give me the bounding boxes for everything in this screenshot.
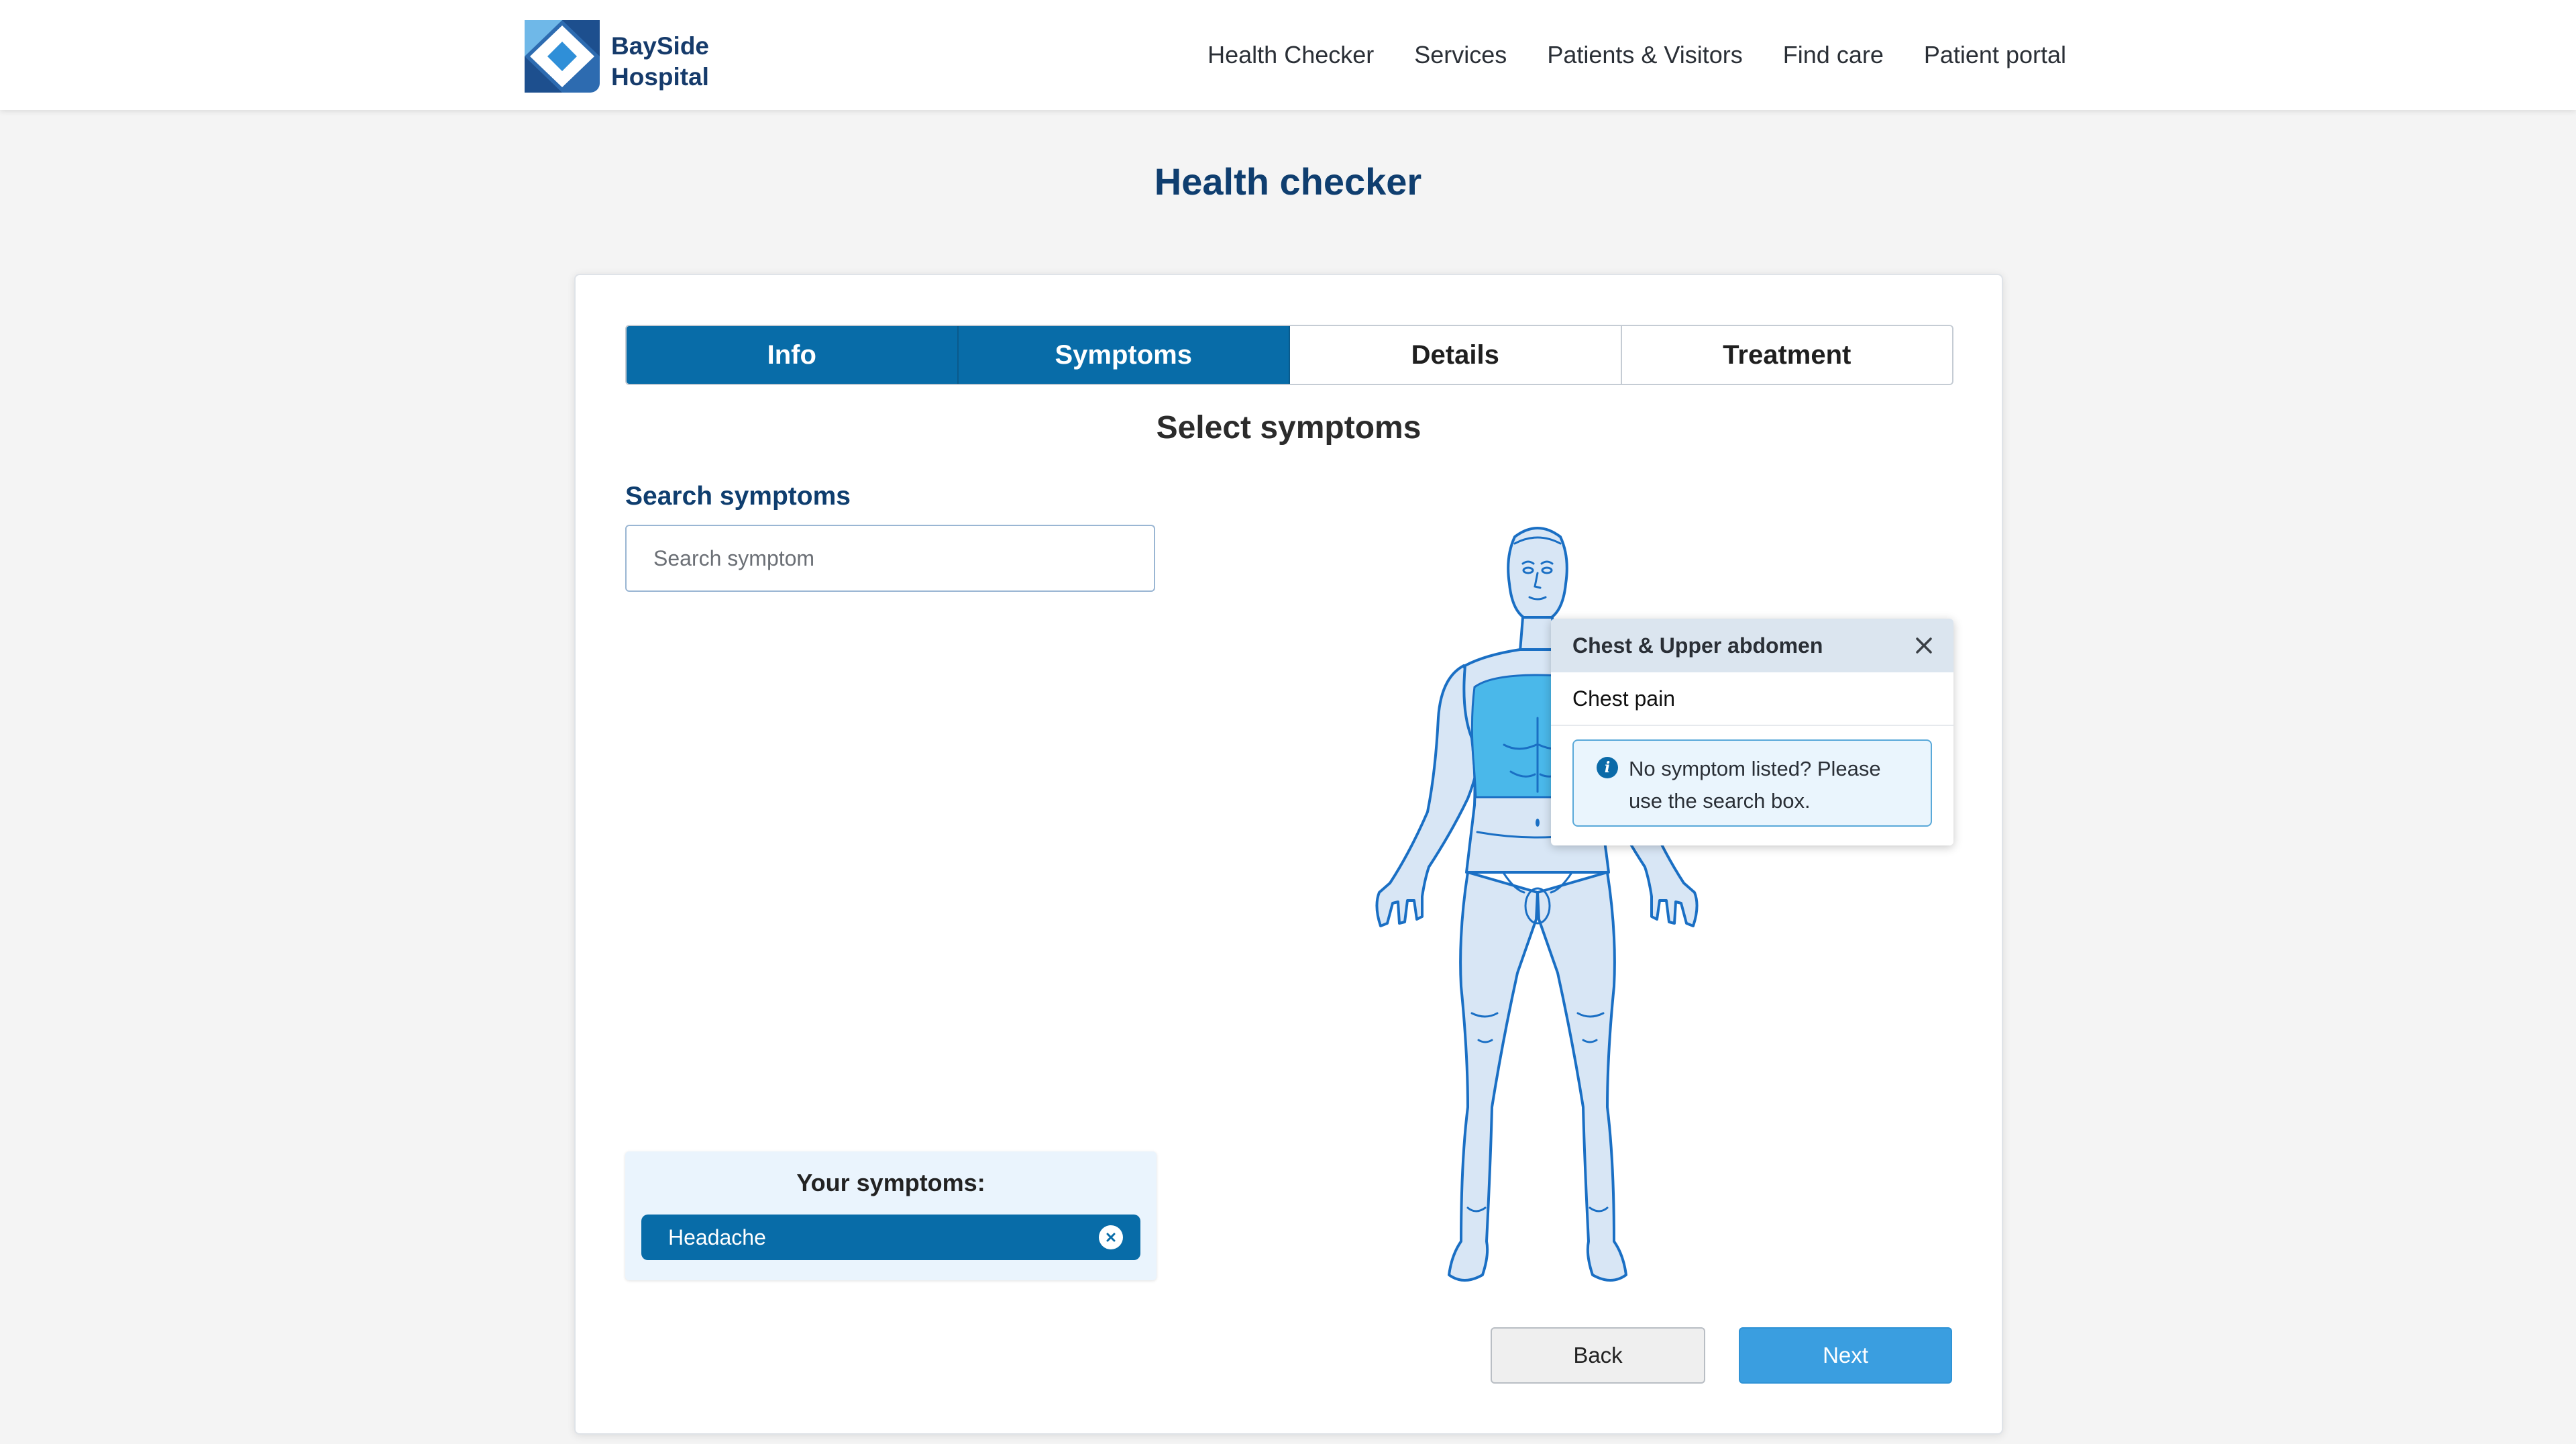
nav-patients-visitors[interactable]: Patients & Visitors <box>1547 38 1742 72</box>
symptom-chip-label: Headache <box>668 1225 766 1249</box>
body-region-popup: Chest & Upper abdomen Chest pain i No sy… <box>1551 619 1953 845</box>
page-title: Health checker <box>1154 160 1422 203</box>
brand-name[interactable]: BaySide Hospital <box>611 31 709 93</box>
your-symptoms-panel: Your symptoms: Headache <box>625 1151 1157 1280</box>
popup-note-text: No symptom listed? Please use the search… <box>1629 757 1881 813</box>
search-input[interactable] <box>625 525 1155 592</box>
your-symptoms-title: Your symptoms: <box>796 1169 985 1196</box>
nav-services[interactable]: Services <box>1414 38 1507 72</box>
body-neck <box>1519 616 1556 652</box>
main-nav: Health Checker Services Patients & Visit… <box>1208 38 2066 72</box>
health-checker-card: Info Symptoms Details Treatment Select s… <box>574 274 2003 1435</box>
nav-patient-portal[interactable]: Patient portal <box>1924 38 2066 72</box>
brand-name-line2: Hospital <box>611 63 709 91</box>
tab-details[interactable]: Details <box>1290 326 1622 384</box>
tab-treatment[interactable]: Treatment <box>1621 326 1952 384</box>
info-icon: i <box>1597 757 1618 778</box>
popup-symptom-option[interactable]: Chest pain <box>1551 672 1953 726</box>
popup-region-title: Chest & Upper abdomen <box>1572 633 1823 658</box>
symptom-chip-headache[interactable]: Headache <box>641 1215 1140 1260</box>
next-button[interactable]: Next <box>1739 1327 1952 1384</box>
nav-health-checker[interactable]: Health Checker <box>1208 38 1374 72</box>
close-icon[interactable] <box>1912 633 1936 658</box>
step-tabs: Info Symptoms Details Treatment <box>625 325 1953 385</box>
back-button[interactable]: Back <box>1491 1327 1705 1384</box>
tab-info[interactable]: Info <box>627 326 959 384</box>
nav-find-care[interactable]: Find care <box>1783 38 1884 72</box>
remove-symptom-icon[interactable] <box>1099 1225 1123 1249</box>
popup-header: Chest & Upper abdomen <box>1551 619 1953 672</box>
bayside-logo-icon[interactable] <box>523 19 601 94</box>
tab-symptoms[interactable]: Symptoms <box>958 326 1290 384</box>
body-left-leg <box>1448 871 1539 1282</box>
section-title: Select symptoms <box>1156 410 1421 446</box>
body-right-leg <box>1536 871 1627 1282</box>
popup-note: i No symptom listed? Please use the sear… <box>1572 739 1932 827</box>
brand-name-line1: BaySide <box>611 32 710 60</box>
site-header: BaySide Hospital Health Checker Services… <box>0 0 2576 110</box>
search-label: Search symptoms <box>625 482 851 511</box>
